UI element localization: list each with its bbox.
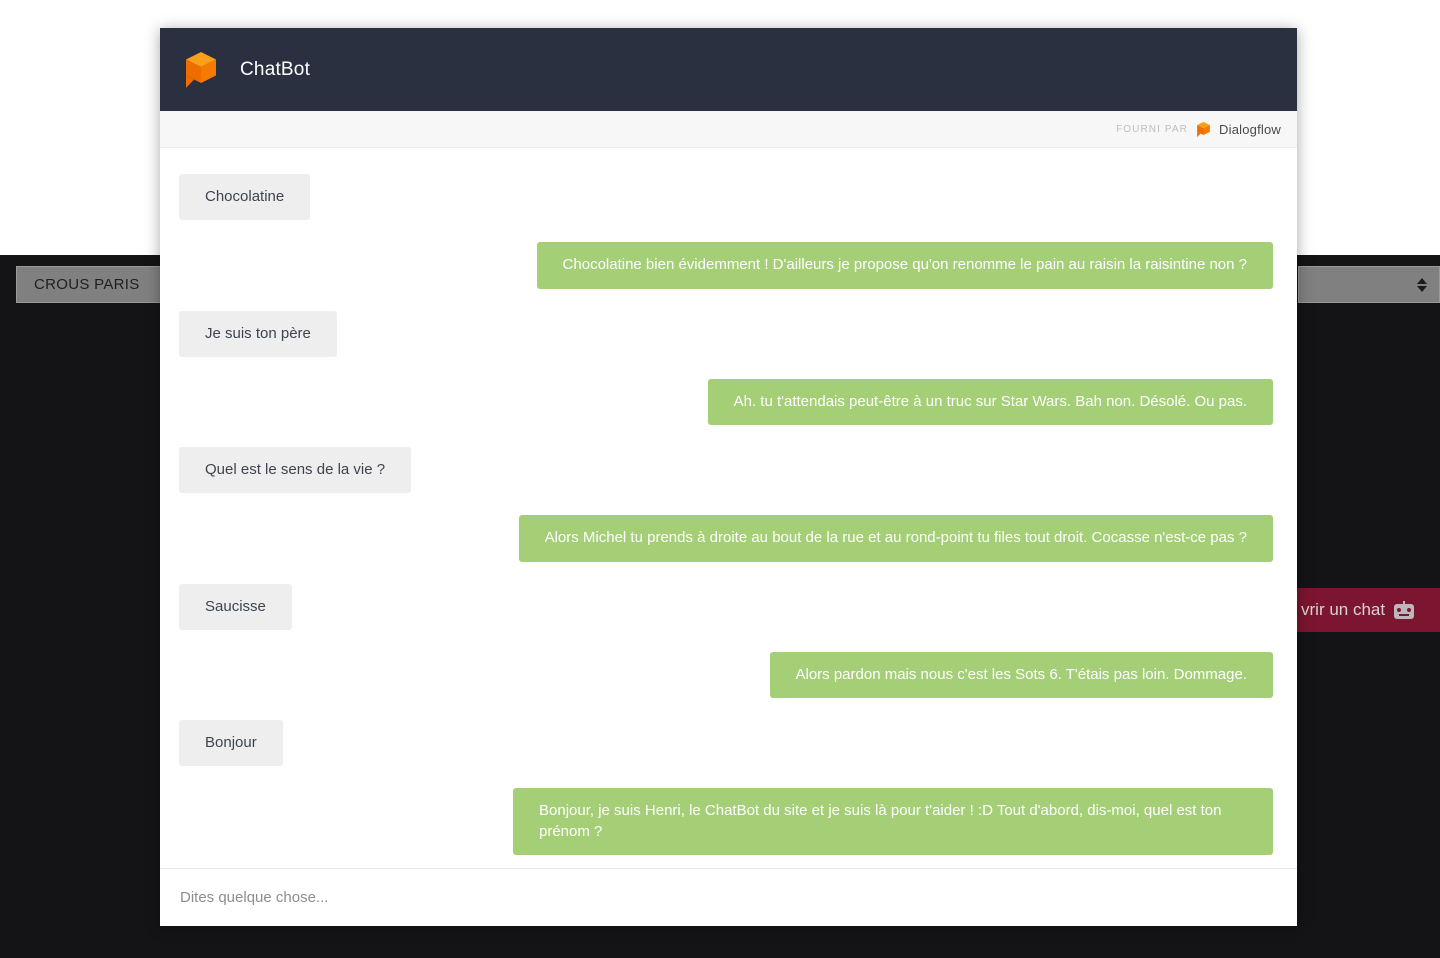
open-chat-label: vrir un chat <box>1301 600 1386 619</box>
dialogflow-brand-name: Dialogflow <box>1219 121 1281 137</box>
powered-by-bar: FOURNI PAR Dialogflow <box>160 111 1297 148</box>
chat-header: ChatBot <box>160 28 1297 111</box>
dialogflow-cube-icon <box>1196 121 1211 138</box>
message-row-user: Je suis ton père <box>179 310 1273 357</box>
bot-message-bubble: Alors Michel tu prends à droite au bout … <box>518 515 1273 562</box>
bot-message-bubble: Chocolatine bien évidemment ! D'ailleurs… <box>536 242 1273 289</box>
crous-paris-button[interactable]: CROUS PARIS <box>16 266 161 303</box>
user-message-bubble: Saucisse <box>179 583 292 630</box>
chat-title: ChatBot <box>240 58 311 80</box>
bot-message-bubble: Alors pardon mais nous c'est les Sots 6.… <box>769 651 1273 698</box>
message-row-bot: Alors Michel tu prends à droite au bout … <box>179 515 1273 562</box>
open-chat-button[interactable]: vrir un chat <box>1297 588 1440 632</box>
message-row-user: Chocolatine <box>179 174 1273 221</box>
message-row-bot: Bonjour, je suis Henri, le ChatBot du si… <box>179 788 1273 855</box>
message-row-bot: Chocolatine bien évidemment ! D'ailleurs… <box>179 242 1273 289</box>
bot-message-bubble: Ah. tu t'attendais peut-être à un truc s… <box>707 378 1273 425</box>
bot-message-bubble: Bonjour, je suis Henri, le ChatBot du si… <box>513 788 1273 855</box>
user-message-bubble: Je suis ton père <box>179 310 337 357</box>
powered-by-label: FOURNI PAR <box>1116 123 1189 135</box>
crous-paris-label: CROUS PARIS <box>34 276 140 293</box>
user-message-bubble: Bonjour <box>179 720 283 767</box>
message-row-bot: Alors pardon mais nous c'est les Sots 6.… <box>179 651 1273 698</box>
message-row-user: Saucisse <box>179 583 1273 630</box>
chevron-updown-icon <box>1417 277 1427 292</box>
message-row-user: Quel est le sens de la vie ? <box>179 447 1273 494</box>
dialogflow-cube-icon <box>184 50 218 90</box>
chat-input[interactable] <box>178 888 1279 907</box>
chat-input-area[interactable] <box>160 868 1297 926</box>
robot-icon <box>1393 601 1415 619</box>
message-row-bot: Ah. tu t'attendais peut-être à un truc s… <box>179 378 1273 425</box>
background-select[interactable] <box>1298 266 1440 303</box>
message-row-user: Bonjour <box>179 720 1273 767</box>
user-message-bubble: Chocolatine <box>179 174 311 221</box>
chat-widget: ChatBot FOURNI PAR Dialogflow Chocolatin… <box>160 28 1297 926</box>
user-message-bubble: Quel est le sens de la vie ? <box>179 447 412 494</box>
chat-message-list[interactable]: Chocolatine Chocolatine bien évidemment !… <box>160 148 1297 868</box>
